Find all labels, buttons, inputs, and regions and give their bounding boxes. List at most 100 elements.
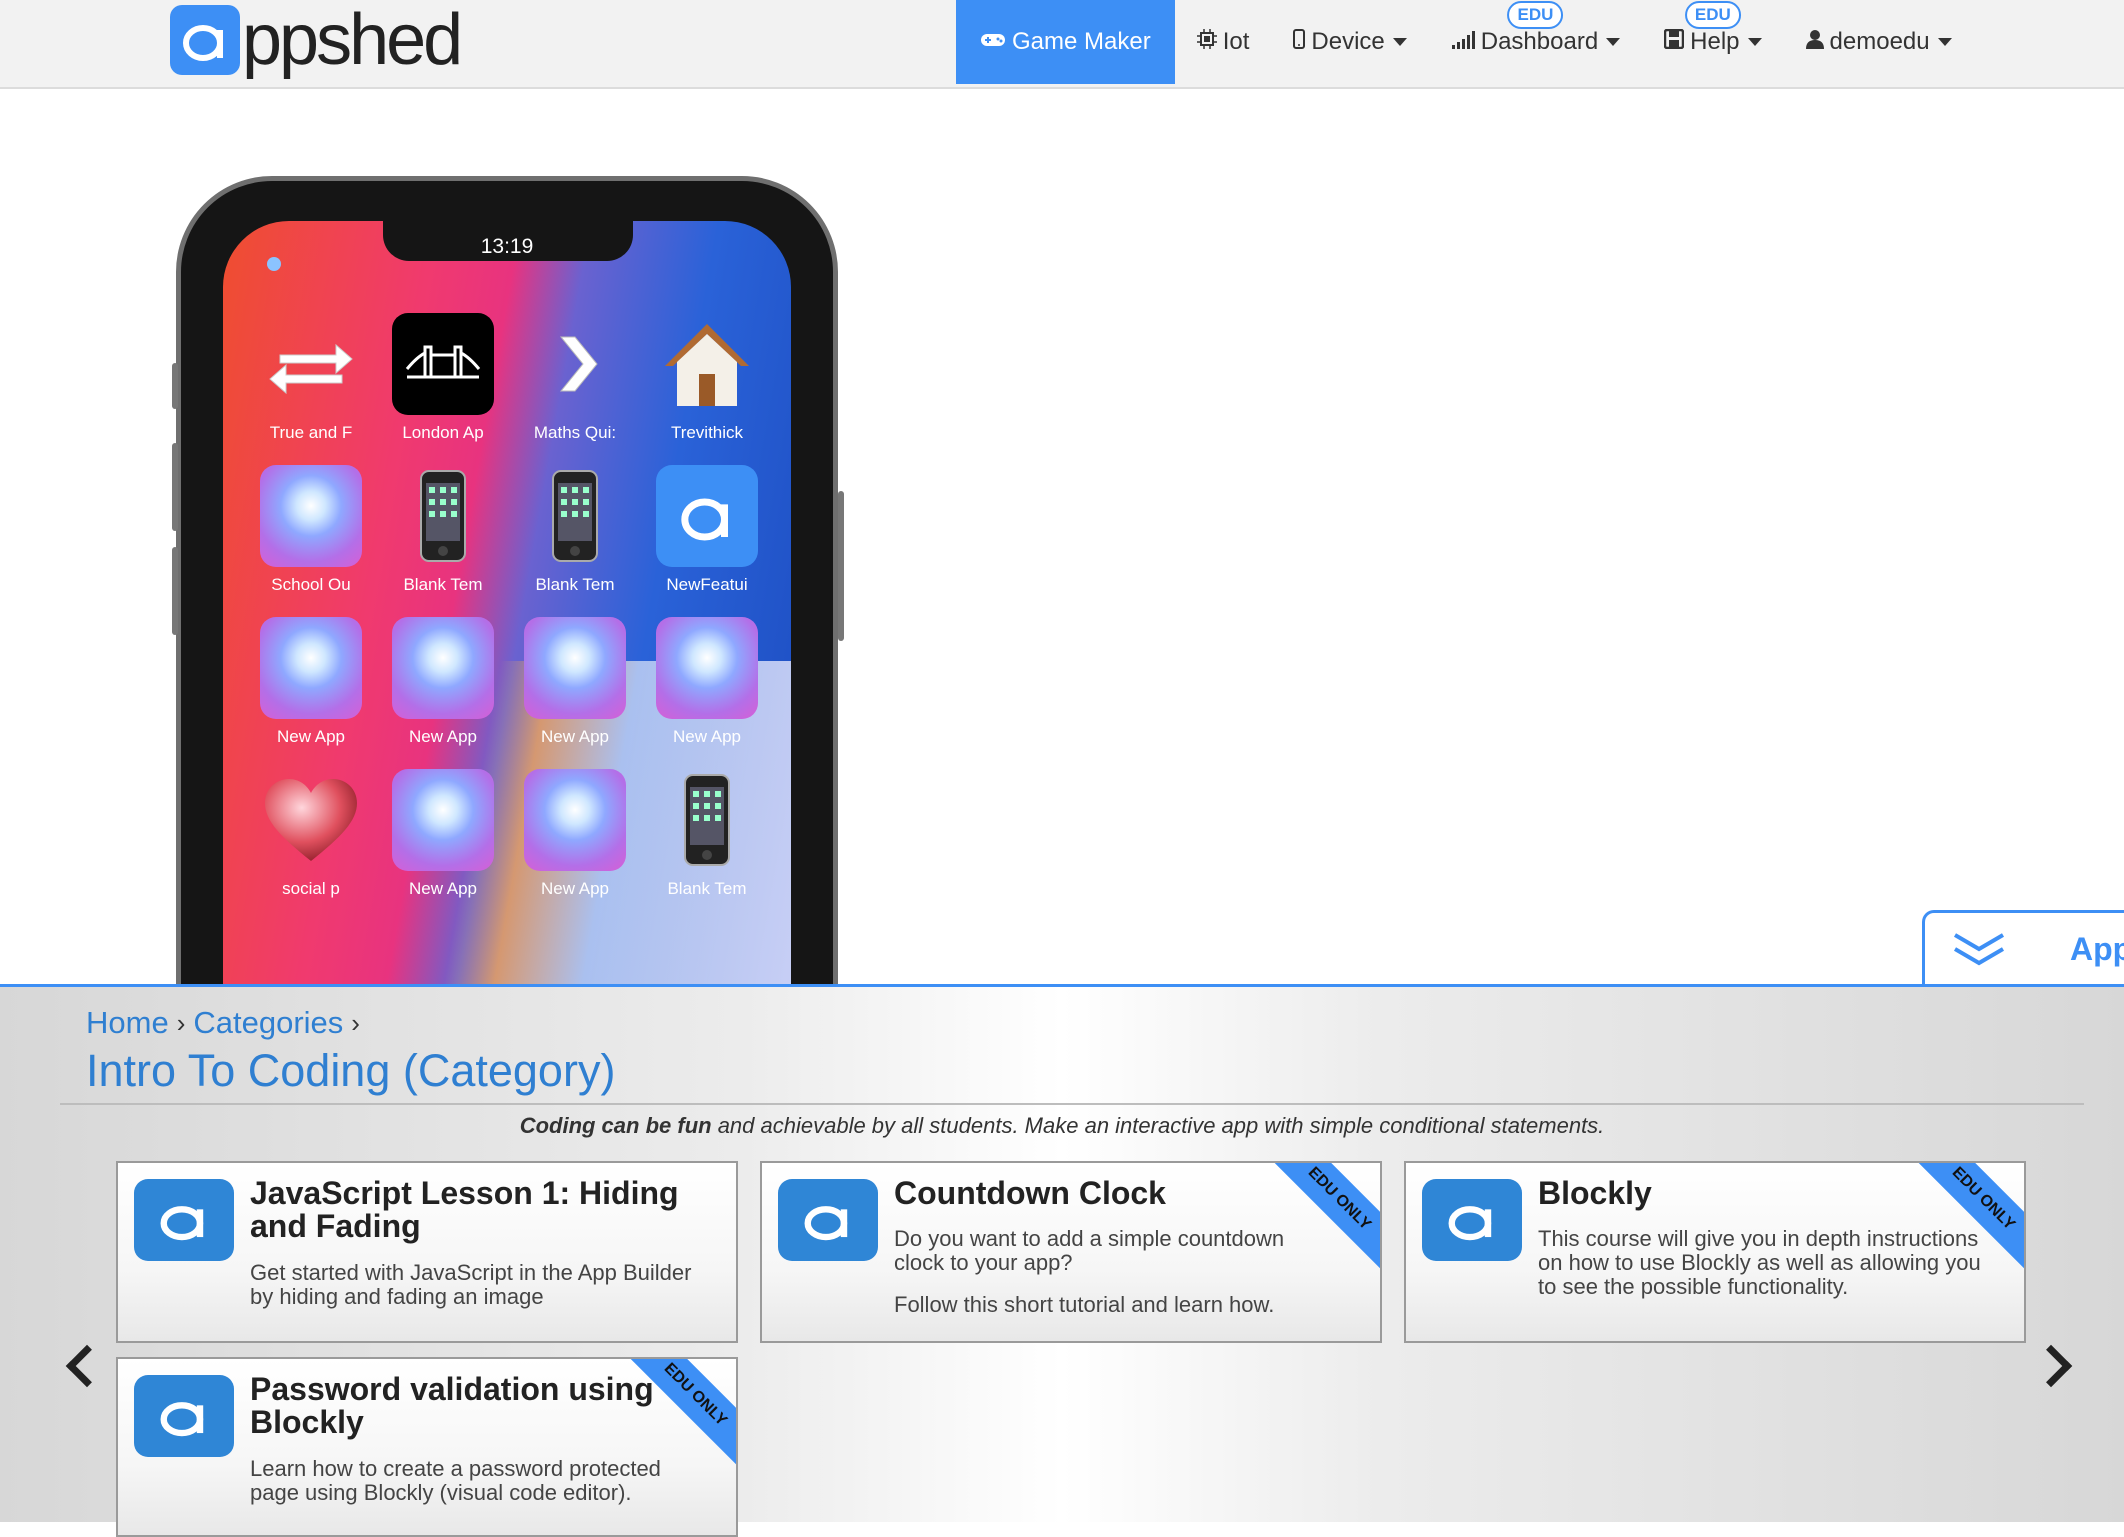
course-card[interactable]: Countdown Clock Do you want to add a sim… xyxy=(760,1161,1382,1343)
app-label: Blank Tem xyxy=(667,879,747,898)
status-time: 13:19 xyxy=(480,235,534,258)
nav-dashboard[interactable]: EDU Dashboard xyxy=(1429,0,1642,84)
course-card[interactable]: JavaScript Lesson 1: Hiding and Fading G… xyxy=(116,1161,738,1343)
chevron-right-icon xyxy=(524,313,626,415)
bokeh-icon xyxy=(524,769,626,871)
app-tile[interactable]: Blank Tem xyxy=(641,769,773,921)
app-label: New App xyxy=(672,727,742,746)
nav-iot-label: Iot xyxy=(1222,28,1250,55)
app-label: New App xyxy=(408,879,478,898)
caret-down-icon xyxy=(1392,38,1407,46)
nav-game-maker[interactable]: Game Maker xyxy=(956,0,1175,84)
phone-power-button xyxy=(838,491,844,641)
caret-down-icon xyxy=(1747,38,1762,46)
app-tile[interactable]: New App xyxy=(509,617,641,769)
course-card-description: Learn how to create a password protected… xyxy=(250,1456,661,1505)
double-chevron-down-icon xyxy=(1953,933,2005,966)
top-navbar: ppshed Game Maker Iot Device EDU Dashboa… xyxy=(0,0,2124,89)
app-tile[interactable]: Blank Tem xyxy=(509,465,641,617)
bokeh-icon xyxy=(260,617,362,719)
chip-icon xyxy=(1196,29,1217,55)
app-tile[interactable]: Blank Tem xyxy=(377,465,509,617)
app-label: Blank Tem xyxy=(535,575,615,594)
description-emphasis: Coding can be fun xyxy=(519,1113,712,1138)
bokeh-icon xyxy=(656,617,758,719)
phone-screen: 13:19 True and F London Ap Maths Qui: Tr… xyxy=(223,221,791,1021)
appshed-logo-icon xyxy=(656,465,758,567)
bokeh-icon xyxy=(392,769,494,871)
phone-volume-up xyxy=(172,443,178,531)
app-label: New App xyxy=(540,727,610,746)
mobile-icon xyxy=(1293,29,1306,55)
course-card-description: This course will give you in depth instr… xyxy=(1538,1226,1981,1299)
app-tile[interactable]: School Ou xyxy=(245,465,377,617)
app-label: Maths Qui: xyxy=(533,423,617,442)
logo-mark xyxy=(170,5,240,75)
course-card[interactable]: Password validation using Blockly Learn … xyxy=(116,1357,738,1537)
bokeh-icon xyxy=(392,617,494,719)
app-panel-tab-label: App xyxy=(2070,931,2124,967)
edu-badge: EDU xyxy=(1507,1,1564,29)
app-tile[interactable]: New App xyxy=(641,617,773,769)
app-tile[interactable]: New App xyxy=(245,617,377,769)
category-panel: Home › Categories › Intro To Coding (Cat… xyxy=(0,984,2124,1537)
app-label: Blank Tem xyxy=(403,575,483,594)
app-panel-toggle-tab[interactable]: App xyxy=(1922,910,2124,990)
course-card-title: Blockly xyxy=(1538,1175,1652,1211)
app-tile[interactable]: Trevithick xyxy=(641,313,773,465)
breadcrumb-home-link[interactable]: Home xyxy=(86,1005,169,1041)
app-tile[interactable]: social p xyxy=(245,769,377,921)
bokeh-icon xyxy=(524,617,626,719)
edu-only-ribbon-label: EDU ONLY xyxy=(1948,1163,2019,1234)
swap-arrows-icon xyxy=(260,313,362,415)
course-card-title: JavaScript Lesson 1: Hiding and Fading xyxy=(250,1175,679,1244)
phone-volume-down xyxy=(172,547,178,635)
nav-device-label: Device xyxy=(1311,28,1385,55)
nav-help[interactable]: EDU Help xyxy=(1642,0,1783,84)
app-tile[interactable]: True and F xyxy=(245,313,377,465)
nav-dashboard-label: Dashboard xyxy=(1480,28,1599,55)
app-label: True and F xyxy=(269,423,353,442)
phone-icon xyxy=(524,465,626,567)
breadcrumb-categories-link[interactable]: Categories xyxy=(193,1005,343,1041)
page-title: Intro To Coding (Category) xyxy=(86,1045,616,1096)
title-divider xyxy=(60,1103,2084,1105)
heart-icon xyxy=(260,769,362,871)
nav-user-label: demoedu xyxy=(1829,28,1930,55)
carousel-prev-icon[interactable] xyxy=(65,1344,109,1388)
caret-down-icon xyxy=(1606,38,1621,46)
nav-game-maker-label: Game Maker xyxy=(1012,28,1151,55)
carousel-next-icon[interactable] xyxy=(2029,1344,2073,1388)
app-tile[interactable]: Maths Qui: xyxy=(509,313,641,465)
logo-a-icon xyxy=(183,25,223,61)
house-icon xyxy=(656,313,758,415)
app-tile[interactable]: New App xyxy=(377,769,509,921)
app-label: School Ou xyxy=(271,575,351,594)
main-nav: Game Maker Iot Device EDU Dashboard EDU xyxy=(956,0,1974,84)
nav-iot[interactable]: Iot xyxy=(1175,0,1272,84)
breadcrumb-separator-icon: › xyxy=(351,1007,360,1038)
appshed-logo[interactable]: ppshed xyxy=(170,4,463,76)
breadcrumb-separator-icon: › xyxy=(176,1007,186,1038)
course-card-title: Password validation using Blockly xyxy=(250,1371,654,1440)
bokeh-icon xyxy=(260,465,362,567)
app-tile[interactable]: New App xyxy=(377,617,509,769)
nav-help-label: Help xyxy=(1690,28,1740,55)
caret-down-icon xyxy=(1937,38,1952,46)
course-card-description: Do you want to add a simple countdown cl… xyxy=(894,1226,1285,1275)
appshed-logo-icon xyxy=(778,1179,878,1261)
app-label: New App xyxy=(276,727,346,746)
nav-device[interactable]: Device xyxy=(1271,0,1428,84)
app-tile[interactable]: New App xyxy=(509,769,641,921)
app-tile[interactable]: London Ap xyxy=(377,313,509,465)
app-tile[interactable]: NewFeatui xyxy=(641,465,773,617)
user-icon xyxy=(1805,29,1824,55)
course-card-description: Get started with JavaScript in the App B… xyxy=(250,1260,692,1309)
phone-mute-switch xyxy=(172,363,178,409)
course-card-title: Countdown Clock xyxy=(894,1175,1166,1211)
app-grid: True and F London Ap Maths Qui: Trevithi… xyxy=(245,313,775,921)
course-card[interactable]: Blockly This course will give you in dep… xyxy=(1404,1161,2026,1343)
phone-preview: 13:19 True and F London Ap Maths Qui: Tr… xyxy=(172,176,844,1021)
nav-user-menu[interactable]: demoedu xyxy=(1784,0,1974,84)
appshed-logo-icon xyxy=(134,1375,234,1457)
